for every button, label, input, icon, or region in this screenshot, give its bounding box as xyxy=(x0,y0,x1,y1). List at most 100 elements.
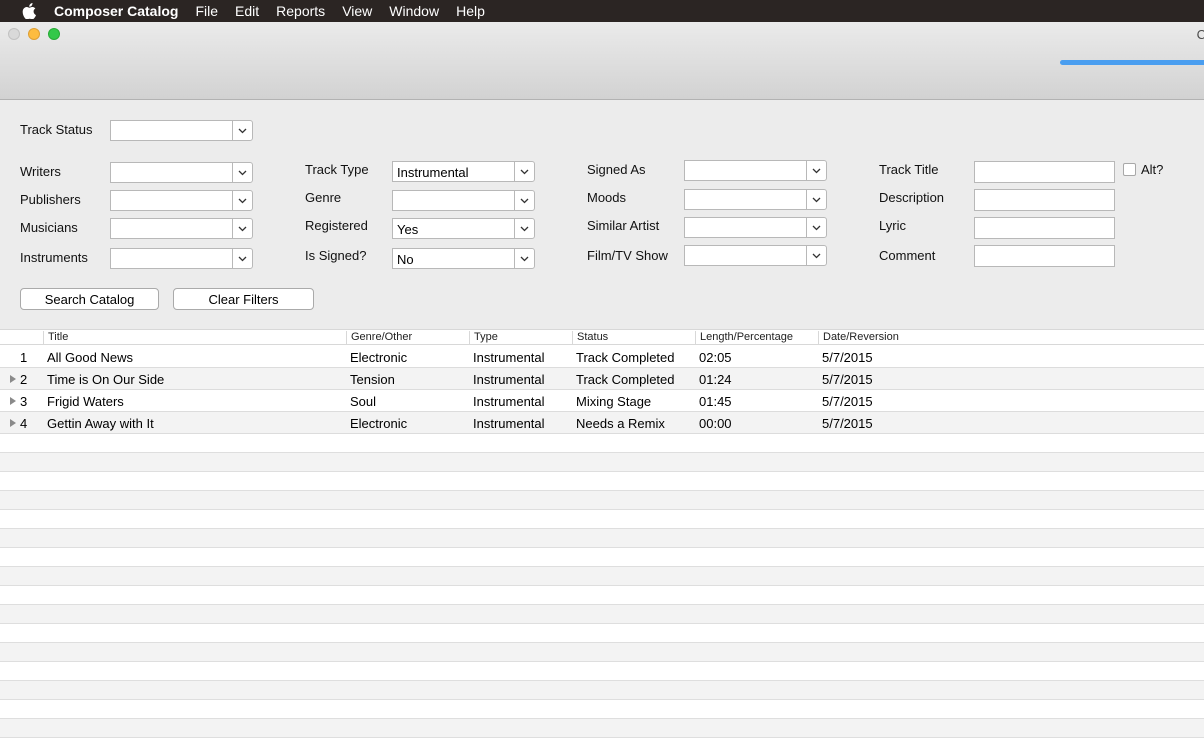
row-number: 4 xyxy=(20,416,28,431)
film-tv-show-label: Film/TV Show xyxy=(587,248,668,263)
empty-row xyxy=(0,681,1204,700)
column-header-type[interactable]: Type xyxy=(469,331,573,345)
table-row[interactable]: 4 Gettin Away with It Electronic Instrum… xyxy=(0,412,1204,434)
chevron-down-icon[interactable] xyxy=(232,162,253,183)
menu-reports[interactable]: Reports xyxy=(276,3,325,19)
row-genre: Electronic xyxy=(350,350,408,365)
lyric-field[interactable] xyxy=(974,217,1115,239)
moods-value[interactable] xyxy=(684,189,806,210)
disclosure-triangle-icon[interactable] xyxy=(10,375,16,383)
zoom-window-button[interactable] xyxy=(48,28,60,40)
column-header-date[interactable]: Date/Reversion xyxy=(818,331,1204,345)
similar-artist-value[interactable] xyxy=(684,217,806,238)
track-title-label: Track Title xyxy=(879,162,939,177)
chevron-down-icon[interactable] xyxy=(232,248,253,269)
row-title: All Good News xyxy=(47,350,133,365)
close-window-button[interactable] xyxy=(8,28,20,40)
track-status-combo[interactable] xyxy=(110,120,253,141)
row-length: 01:45 xyxy=(699,394,732,409)
writers-value[interactable] xyxy=(110,162,232,183)
disclosure-triangle-icon[interactable] xyxy=(10,397,16,405)
row-length: 02:05 xyxy=(699,350,732,365)
menu-view[interactable]: View xyxy=(342,3,372,19)
search-catalog-button[interactable]: Search Catalog xyxy=(20,288,159,310)
table-row[interactable]: 3 Frigid Waters Soul Instrumental Mixing… xyxy=(0,390,1204,412)
track-title-field[interactable] xyxy=(974,161,1115,183)
chevron-down-icon[interactable] xyxy=(232,218,253,239)
empty-row xyxy=(0,624,1204,643)
similar-artist-combo[interactable] xyxy=(684,217,827,238)
results-table: Title Genre/Other Type Status Length/Per… xyxy=(0,329,1204,744)
menu-app-name[interactable]: Composer Catalog xyxy=(54,3,178,19)
alt-label: Alt? xyxy=(1141,162,1164,177)
track-type-combo[interactable]: Instrumental xyxy=(392,161,535,182)
alt-checkbox[interactable] xyxy=(1123,163,1136,176)
row-type: Instrumental xyxy=(473,394,545,409)
row-date: 5/7/2015 xyxy=(822,416,873,431)
minimize-window-button[interactable] xyxy=(28,28,40,40)
genre-combo[interactable] xyxy=(392,190,535,211)
column-header-status[interactable]: Status xyxy=(572,331,696,345)
film-tv-show-value[interactable] xyxy=(684,245,806,266)
menu-window[interactable]: Window xyxy=(389,3,439,19)
row-number: 2 xyxy=(20,372,28,387)
publishers-combo[interactable] xyxy=(110,190,253,211)
chevron-down-icon[interactable] xyxy=(514,161,535,182)
column-header-title[interactable]: Title xyxy=(43,331,347,345)
chevron-down-icon[interactable] xyxy=(514,248,535,269)
chevron-down-icon[interactable] xyxy=(806,160,827,181)
description-field[interactable] xyxy=(974,189,1115,211)
empty-row xyxy=(0,453,1204,472)
menu-edit[interactable]: Edit xyxy=(235,3,259,19)
track-status-value[interactable] xyxy=(110,120,232,141)
row-date: 5/7/2015 xyxy=(822,350,873,365)
genre-value[interactable] xyxy=(392,190,514,211)
is-signed-value[interactable]: No xyxy=(392,248,514,269)
column-header-length[interactable]: Length/Percentage xyxy=(695,331,819,345)
chevron-down-icon[interactable] xyxy=(514,218,535,239)
row-length: 00:00 xyxy=(699,416,732,431)
chevron-down-icon[interactable] xyxy=(806,245,827,266)
comment-field[interactable] xyxy=(974,245,1115,267)
film-tv-show-combo[interactable] xyxy=(684,245,827,266)
is-signed-combo[interactable]: No xyxy=(392,248,535,269)
registered-value[interactable]: Yes xyxy=(392,218,514,239)
window-title: C xyxy=(1196,27,1204,42)
empty-row xyxy=(0,434,1204,453)
instruments-combo[interactable] xyxy=(110,248,253,269)
instruments-value[interactable] xyxy=(110,248,232,269)
row-number: 3 xyxy=(20,394,28,409)
lyric-label: Lyric xyxy=(879,218,906,233)
clear-filters-button[interactable]: Clear Filters xyxy=(173,288,314,310)
registered-combo[interactable]: Yes xyxy=(392,218,535,239)
chevron-down-icon[interactable] xyxy=(232,190,253,211)
musicians-combo[interactable] xyxy=(110,218,253,239)
empty-row xyxy=(0,700,1204,719)
musicians-value[interactable] xyxy=(110,218,232,239)
chevron-down-icon[interactable] xyxy=(514,190,535,211)
table-row[interactable]: 2 Time is On Our Side Tension Instrument… xyxy=(0,368,1204,390)
filter-panel: Track Status Writers Publishers Musician… xyxy=(0,100,1204,329)
writers-combo[interactable] xyxy=(110,162,253,183)
moods-combo[interactable] xyxy=(684,189,827,210)
moods-label: Moods xyxy=(587,190,627,205)
row-title: Gettin Away with It xyxy=(47,416,154,431)
chevron-down-icon[interactable] xyxy=(806,217,827,238)
menu-help[interactable]: Help xyxy=(456,3,485,19)
signed-as-value[interactable] xyxy=(684,160,806,181)
apple-icon[interactable] xyxy=(20,2,38,20)
track-type-value[interactable]: Instrumental xyxy=(392,161,514,182)
disclosure-triangle-icon[interactable] xyxy=(10,419,16,427)
chevron-down-icon[interactable] xyxy=(232,120,253,141)
chevron-down-icon[interactable] xyxy=(806,189,827,210)
column-header-genre[interactable]: Genre/Other xyxy=(346,331,470,345)
comment-label: Comment xyxy=(879,248,936,263)
publishers-value[interactable] xyxy=(110,190,232,211)
menu-file[interactable]: File xyxy=(195,3,218,19)
signed-as-combo[interactable] xyxy=(684,160,827,181)
genre-label: Genre xyxy=(305,190,342,205)
table-row[interactable]: 1 All Good News Electronic Instrumental … xyxy=(0,346,1204,368)
menu-bar: Composer Catalog File Edit Reports View … xyxy=(0,0,1204,22)
track-type-label: Track Type xyxy=(305,162,369,177)
empty-row xyxy=(0,567,1204,586)
